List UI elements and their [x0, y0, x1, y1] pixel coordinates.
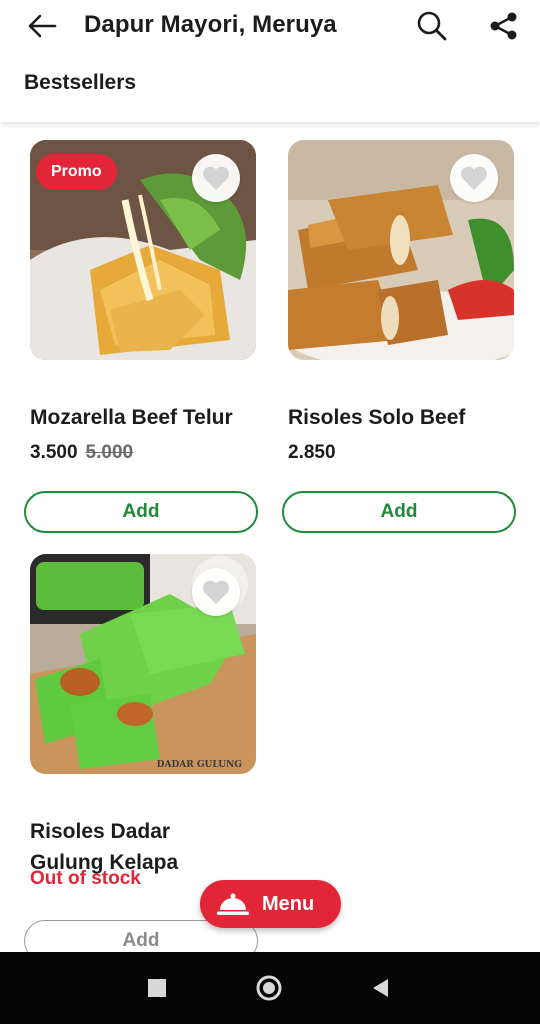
heart-icon: [202, 166, 230, 190]
image-caption: DADAR GULUNG: [156, 760, 242, 770]
heart-icon: [202, 580, 230, 604]
product-image[interactable]: DADAR GULUNG: [30, 554, 256, 774]
price-row: 2.850: [288, 442, 336, 464]
product-image[interactable]: [288, 140, 514, 360]
share-icon: [490, 12, 517, 40]
product-price: 3.500: [30, 442, 78, 463]
product-image[interactable]: Promo: [30, 140, 256, 360]
home-button[interactable]: [249, 968, 289, 1008]
system-navigation-bar: [0, 952, 540, 1024]
circle-icon: [256, 975, 282, 1001]
product-grid: Promo Mozarella Beef Telur 3.500 5.000 Ad…: [0, 122, 540, 952]
product-name: Mozarella Beef Telur: [30, 406, 233, 429]
system-back-button[interactable]: [360, 968, 400, 1008]
product-price: 2.850: [288, 442, 336, 463]
section-title: Bestsellers: [24, 71, 137, 94]
add-button[interactable]: Add: [24, 491, 258, 533]
favorite-button[interactable]: [192, 154, 240, 202]
search-icon: [417, 11, 447, 41]
arrow-left-icon: [28, 14, 57, 38]
menu-label: Menu: [262, 892, 315, 915]
original-price: 5.000: [85, 442, 134, 463]
favorite-button[interactable]: [192, 568, 240, 616]
stock-status: Out of stock: [30, 868, 141, 889]
favorite-button[interactable]: [450, 154, 498, 202]
cloche-icon: [217, 893, 249, 915]
page-title: Dapur Mayori, Meruya: [84, 11, 337, 38]
share-button[interactable]: [484, 6, 524, 46]
back-button[interactable]: [22, 6, 62, 46]
price-row: 3.500 5.000: [30, 442, 133, 464]
heart-icon: [460, 166, 488, 190]
add-button[interactable]: Add: [282, 491, 516, 533]
menu-button[interactable]: Menu: [200, 880, 341, 928]
app-bar: Dapur Mayori, Meruya Bestsellers: [0, 0, 540, 122]
product-name: Risoles Solo Beef: [288, 406, 466, 429]
recents-button[interactable]: [137, 968, 177, 1008]
square-icon: [148, 979, 166, 997]
promo-badge: Promo: [36, 154, 117, 190]
search-button[interactable]: [412, 6, 452, 46]
triangle-back-icon: [373, 979, 388, 997]
